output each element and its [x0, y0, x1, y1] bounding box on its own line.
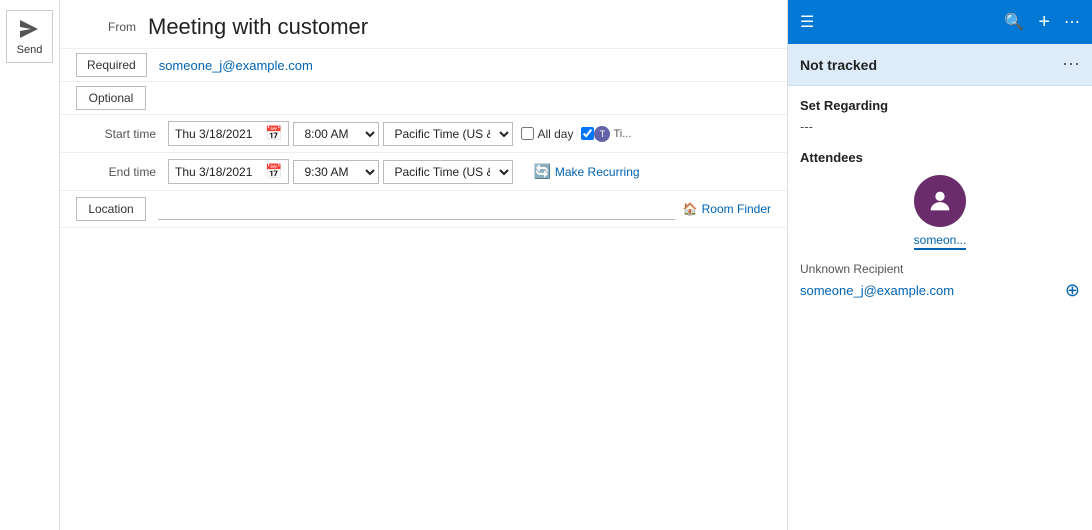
- end-date-input[interactable]: [175, 165, 265, 179]
- recurring-icon: 🔄: [533, 163, 550, 180]
- teams-label: Ti...: [613, 128, 631, 140]
- unknown-recipient-label: Unknown Recipient: [800, 262, 1080, 276]
- start-timezone-select[interactable]: Pacific Time (US & Cana... Eastern Time …: [383, 122, 513, 146]
- end-time-row: End time 📅 9:00 AM 9:30 AM 10:00 AM 10:3…: [60, 153, 787, 191]
- end-calendar-icon[interactable]: 📅: [265, 163, 282, 180]
- teams-icon: T: [594, 126, 610, 142]
- room-finder-label: Room Finder: [702, 202, 771, 216]
- required-button[interactable]: Required: [76, 53, 147, 77]
- not-tracked-bar: Not tracked ⋯: [788, 44, 1092, 86]
- location-button[interactable]: Location: [76, 197, 146, 221]
- right-panel-header: ☰ 🔍 + ⋯: [788, 0, 1092, 44]
- right-header-actions: 🔍 + ⋯: [1004, 11, 1080, 34]
- end-time-label: End time: [76, 165, 156, 179]
- right-header-icons: ☰: [800, 12, 814, 32]
- location-row: Location 🏠 Room Finder: [60, 191, 787, 228]
- start-calendar-icon[interactable]: 📅: [265, 125, 282, 142]
- end-timezone-select[interactable]: Pacific Time (US & Cana... Eastern Time …: [383, 160, 513, 184]
- optional-row: Optional: [60, 82, 787, 115]
- start-date-input[interactable]: [175, 127, 265, 141]
- title-row: From: [60, 0, 787, 49]
- search-icon[interactable]: 🔍: [1004, 12, 1024, 32]
- right-panel: ☰ 🔍 + ⋯ Not tracked ⋯ Set Regarding --- …: [787, 0, 1092, 530]
- teams-icon-area: T Ti...: [581, 126, 631, 142]
- unknown-recipient-section: Unknown Recipient someone_j@example.com …: [800, 262, 1080, 301]
- avatar[interactable]: [914, 175, 966, 227]
- start-date-input-group: 📅: [168, 121, 289, 146]
- location-input[interactable]: [158, 199, 675, 220]
- start-time-select[interactable]: 8:00 AM 8:30 AM 9:00 AM 9:30 AM 10:00 AM: [293, 122, 379, 146]
- start-time-label: Start time: [76, 127, 156, 141]
- allday-label[interactable]: All day: [537, 127, 573, 141]
- end-time-select[interactable]: 9:00 AM 9:30 AM 10:00 AM 10:30 AM: [293, 160, 379, 184]
- send-area: Send: [0, 0, 60, 530]
- send-button[interactable]: Send: [6, 10, 54, 63]
- allday-group: All day: [521, 127, 573, 141]
- right-panel-body: Set Regarding --- Attendees someon... Un…: [788, 86, 1092, 530]
- room-finder-icon: 🏠: [683, 202, 698, 216]
- make-recurring-button[interactable]: 🔄 Make Recurring: [533, 163, 639, 180]
- more-options-icon[interactable]: ⋯: [1064, 12, 1080, 32]
- recurring-label: Make Recurring: [555, 165, 640, 179]
- regarding-value: ---: [800, 119, 1080, 134]
- not-tracked-label: Not tracked: [800, 57, 877, 73]
- required-email[interactable]: someone_j@example.com: [159, 58, 313, 73]
- not-tracked-more-icon[interactable]: ⋯: [1062, 54, 1080, 75]
- set-regarding-label: Set Regarding: [800, 98, 1080, 113]
- recipient-row: someone_j@example.com ⊕: [800, 280, 1080, 301]
- room-finder-button[interactable]: 🏠 Room Finder: [683, 202, 771, 216]
- teams-checkbox[interactable]: [581, 127, 594, 140]
- send-label: Send: [17, 44, 43, 56]
- allday-checkbox[interactable]: [521, 127, 534, 140]
- attendees-label: Attendees: [800, 150, 1080, 165]
- avatar-name[interactable]: someon...: [914, 233, 967, 250]
- meeting-title-input[interactable]: [148, 14, 771, 40]
- end-date-input-group: 📅: [168, 159, 289, 184]
- hamburger-icon[interactable]: ☰: [800, 12, 814, 32]
- main-form: From Required someone_j@example.com Opti…: [60, 0, 787, 530]
- add-recipient-button[interactable]: ⊕: [1065, 280, 1080, 301]
- recipient-email[interactable]: someone_j@example.com: [800, 283, 954, 298]
- start-time-row: Start time 📅 8:00 AM 8:30 AM 9:00 AM 9:3…: [60, 115, 787, 153]
- optional-button[interactable]: Optional: [76, 86, 146, 110]
- from-label: From: [76, 20, 136, 34]
- attendee-avatar-area: someon...: [800, 175, 1080, 250]
- required-row: Required someone_j@example.com: [60, 49, 787, 82]
- add-icon[interactable]: +: [1038, 11, 1050, 34]
